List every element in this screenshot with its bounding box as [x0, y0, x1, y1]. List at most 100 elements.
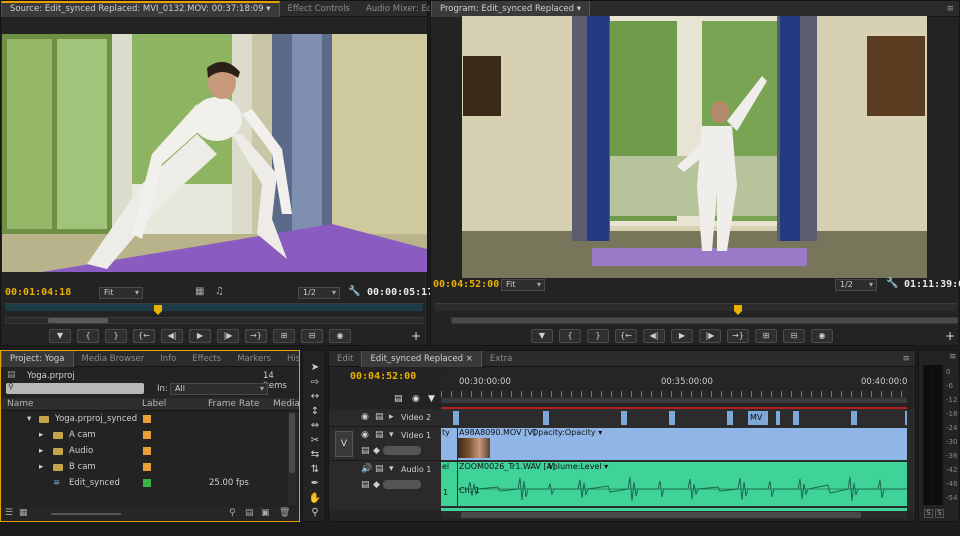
snap-icon[interactable]: ▤	[394, 394, 403, 404]
column-media[interactable]: Media	[273, 399, 300, 409]
mark-in-button[interactable]: {	[77, 329, 99, 343]
clip-video2-mv[interactable]: MV	[748, 411, 768, 425]
collapse-icon[interactable]: ▾	[389, 464, 394, 474]
export-frame-button[interactable]: ◉	[811, 329, 833, 343]
tab-source[interactable]: Source: Edit_synced Replaced: MVI_0132.M…	[1, 0, 280, 17]
clip-video2[interactable]	[669, 411, 675, 425]
source-current-timecode[interactable]: 00:01:04:18	[5, 287, 71, 298]
clip-audio1[interactable]: ZOOM0026_Tr1.WAV [A] Volume:Level ▾ Ch. …	[458, 462, 907, 506]
tab-effect-controls[interactable]: Effect Controls	[280, 1, 358, 17]
mark-out-button[interactable]: }	[587, 329, 609, 343]
wrench-icon[interactable]: 🔧	[886, 278, 898, 289]
clip-video2[interactable]	[851, 411, 857, 425]
tree-row[interactable]: ▸ Audio	[1, 443, 286, 459]
play-button[interactable]: ▶	[189, 329, 211, 343]
tab-media-browser[interactable]: Media Browser	[74, 351, 153, 367]
column-name[interactable]: Name	[7, 399, 34, 409]
collapse-icon[interactable]: ▸	[389, 412, 394, 422]
play-button[interactable]: ▶	[671, 329, 693, 343]
program-current-timecode[interactable]: 00:04:52:00	[433, 279, 499, 290]
chevron-down-icon[interactable]: ▾	[266, 4, 270, 14]
track-volume-pill[interactable]	[383, 446, 421, 455]
clip-video2[interactable]	[776, 411, 780, 425]
scroll-thumb[interactable]	[461, 512, 861, 518]
scroll-thumb[interactable]	[289, 413, 295, 473]
clip-fx-dropdown[interactable]: Opacity:Opacity ▾	[532, 428, 602, 438]
step-back-button[interactable]: ◀|	[643, 329, 665, 343]
keyframe-nav-icon[interactable]: ◆	[373, 480, 380, 490]
column-frame-rate[interactable]: Frame Rate	[208, 399, 260, 409]
track-video1[interactable]: ty A98A8090.MOV [V] Opacity:Opacity ▾	[441, 427, 907, 461]
disclosure-icon[interactable]: ▸	[39, 459, 43, 475]
tab-edit[interactable]: Edit	[329, 351, 361, 367]
go-to-out-button[interactable]: →}	[245, 329, 267, 343]
disclosure-icon[interactable]: ▾	[27, 411, 31, 427]
tab-program[interactable]: Program: Edit_synced Replaced ▾	[431, 0, 590, 17]
drag-audio-icon[interactable]: ♫	[215, 286, 224, 297]
timeline-current-timecode[interactable]: 00:04:52:00	[350, 371, 416, 382]
panel-menu-icon[interactable]: ≡	[949, 352, 957, 362]
go-to-in-button[interactable]: {←	[615, 329, 637, 343]
tab-info[interactable]: Info	[152, 351, 184, 367]
hand-tool-icon[interactable]: ✋	[308, 492, 322, 507]
clip-video2[interactable]	[793, 411, 799, 425]
panel-menu-icon[interactable]: ≡	[902, 354, 915, 364]
tree-row[interactable]: ▾ Yoga.prproj_synced	[1, 411, 286, 427]
track-audio1[interactable]: el ZOOM0026_Tr1.WAV [A] Volume:Level ▾ C…	[441, 461, 907, 511]
eye-icon[interactable]: ◉	[361, 412, 369, 422]
slip-tool-icon[interactable]: ⇆	[308, 448, 322, 463]
rate-stretch-tool-icon[interactable]: ⇔	[308, 419, 322, 434]
lift-button[interactable]: ⊞	[755, 329, 777, 343]
source-zoom-scrollbar[interactable]	[5, 317, 423, 324]
program-add-button[interactable]: +	[945, 329, 955, 343]
tab-effects[interactable]: Effects	[184, 351, 229, 367]
timeline-ruler[interactable]: 00:30:00:00 00:35:00:00 00:40:00:0	[441, 369, 907, 405]
tab-markers[interactable]: Markers	[229, 351, 279, 367]
source-time-ruler[interactable]	[5, 303, 423, 311]
step-forward-button[interactable]: |▶	[699, 329, 721, 343]
project-vertical-scrollbar[interactable]	[288, 411, 296, 505]
trash-icon[interactable]: 🗑	[279, 508, 290, 518]
clip-video1-prev[interactable]: ty	[441, 428, 457, 460]
film-strip-icon[interactable]: ▦	[195, 286, 204, 297]
source-fit-dropdown[interactable]: Fit	[99, 287, 143, 299]
mark-out-button[interactable]: }	[105, 329, 127, 343]
chevron-down-icon[interactable]: ▾	[577, 4, 581, 14]
clip-video2[interactable]	[727, 411, 733, 425]
tab-edit-synced-replaced[interactable]: Edit_synced Replaced ×	[361, 350, 482, 367]
eye-icon[interactable]: ◉	[361, 430, 369, 440]
tab-extra[interactable]: Extra	[482, 351, 520, 367]
overwrite-button[interactable]: ⊟	[301, 329, 323, 343]
tab-project[interactable]: Project: Yoga	[1, 350, 74, 367]
track-video2[interactable]: MV	[441, 409, 907, 427]
new-item-icon[interactable]: ▣	[261, 508, 270, 518]
program-time-ruler[interactable]	[435, 303, 957, 311]
source-patch-v[interactable]: V	[335, 431, 353, 457]
program-zoom-scrollbar[interactable]	[451, 317, 958, 324]
disclosure-icon[interactable]: ▸	[39, 443, 43, 459]
mark-in-button[interactable]: {	[559, 329, 581, 343]
pen-tool-icon[interactable]: ✒	[308, 477, 322, 492]
new-bin-icon[interactable]: ▤	[245, 508, 254, 518]
program-resolution-dropdown[interactable]: 1/2	[835, 279, 877, 291]
column-label[interactable]: Label	[142, 399, 166, 409]
clip-video2[interactable]	[543, 411, 549, 425]
close-icon[interactable]: ×	[466, 354, 473, 364]
extract-button[interactable]: ⊟	[783, 329, 805, 343]
list-view-icon[interactable]: ☰	[5, 508, 13, 518]
zoom-tool-icon[interactable]: ⚲	[308, 506, 322, 521]
step-forward-button[interactable]: |▶	[217, 329, 239, 343]
add-marker-icon[interactable]: ▼	[428, 394, 435, 404]
source-playhead[interactable]	[154, 305, 162, 315]
keyframe-nav-icon[interactable]: ◆	[373, 446, 380, 456]
lock-icon[interactable]: ▤	[375, 430, 384, 440]
clip-video2[interactable]	[621, 411, 627, 425]
tree-row[interactable]: ≡ Edit_synced 25.00 fps	[1, 475, 286, 491]
tree-row[interactable]: ▸ B cam	[1, 459, 286, 475]
program-fit-dropdown[interactable]: Fit	[501, 279, 545, 291]
slide-tool-icon[interactable]: ⇅	[308, 463, 322, 478]
disclosure-icon[interactable]: ▸	[39, 427, 43, 443]
search-icon[interactable]: ⚲	[229, 508, 236, 518]
add-marker-button[interactable]: ▼	[49, 329, 71, 343]
clip-video2[interactable]	[453, 411, 459, 425]
